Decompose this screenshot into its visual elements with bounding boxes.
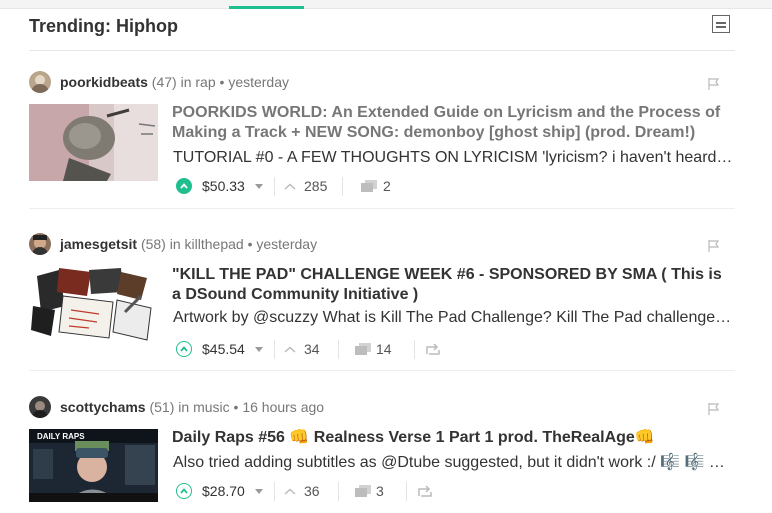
votes-chevron-icon	[284, 488, 296, 495]
author-reputation: (47)	[151, 74, 177, 90]
comments-icon	[355, 343, 371, 355]
footer-divider	[338, 482, 339, 501]
author-link[interactable]: poorkidbeats	[60, 74, 148, 90]
post-time[interactable]: yesterday	[228, 74, 289, 90]
comments-count[interactable]: 2	[383, 178, 391, 194]
post-separator	[29, 370, 735, 371]
page-title: Trending: Hiphop	[29, 16, 178, 36]
post-meta: jamesgetsit (58) in killthepad • yesterd…	[60, 236, 317, 252]
thumbnail-caption: DAILY RAPS	[37, 432, 85, 441]
footer-divider	[274, 177, 275, 196]
post-time[interactable]: 16 hours ago	[242, 399, 324, 415]
footer-divider	[338, 340, 339, 359]
post-footer: $28.70 36 3	[176, 482, 476, 502]
avatar[interactable]	[29, 233, 51, 255]
upvote-button[interactable]	[176, 483, 192, 499]
post-title-link[interactable]: "KILL THE PAD" CHALLENGE WEEK #6 - SPONS…	[172, 265, 732, 305]
upvote-button[interactable]	[176, 341, 192, 357]
category-link[interactable]: killthepad	[185, 236, 244, 252]
meta-dot: •	[219, 74, 225, 90]
post-summary[interactable]: Also tried adding subtitles as @Dtube su…	[173, 452, 733, 472]
post-summary[interactable]: TUTORIAL #0 - A FEW THOUGHTS ON LYRICISM…	[173, 149, 733, 167]
votes-count[interactable]: 34	[304, 341, 320, 357]
footer-divider	[274, 340, 275, 359]
votes-count[interactable]: 36	[304, 483, 320, 499]
payout-value[interactable]: $50.33	[202, 178, 245, 194]
avatar[interactable]	[29, 71, 51, 93]
caret-down-icon[interactable]	[255, 489, 263, 494]
feed-header: Trending: Hiphop	[29, 14, 735, 51]
author-reputation: (58)	[140, 236, 166, 252]
post-summary[interactable]: Artwork by @scuzzy What is Kill The Pad …	[173, 309, 733, 327]
caret-down-icon[interactable]	[255, 347, 263, 352]
flag-icon[interactable]	[708, 78, 720, 90]
post-thumbnail[interactable]: DAILY RAPS	[29, 429, 158, 502]
post-item: scottychams (51) in music • 16 hours ago…	[29, 396, 735, 513]
author-link[interactable]: scottychams	[60, 399, 146, 415]
category-link[interactable]: rap	[195, 74, 215, 90]
upvote-icon	[180, 346, 188, 352]
post-title-link[interactable]: POORKIDS WORLD: An Extended Guide on Lyr…	[172, 103, 732, 143]
post-footer: $50.33 285 2	[176, 177, 436, 197]
author-link[interactable]: jamesgetsit	[60, 236, 137, 252]
footer-divider	[414, 340, 415, 359]
layout-list-icon[interactable]	[712, 15, 730, 33]
active-tab-indicator	[229, 6, 304, 9]
votes-chevron-icon	[284, 346, 296, 353]
in-label: in	[178, 399, 190, 415]
upvote-icon	[180, 183, 188, 189]
post-item: poorkidbeats (47) in rap • yesterday POO…	[29, 71, 735, 209]
comments-count[interactable]: 14	[376, 341, 392, 357]
reblog-icon[interactable]	[426, 344, 440, 355]
flag-icon[interactable]	[708, 403, 720, 415]
post-separator	[29, 208, 735, 209]
comments-icon	[355, 485, 371, 497]
post-thumbnail[interactable]	[29, 104, 158, 181]
in-label: in	[180, 74, 192, 90]
caret-down-icon[interactable]	[255, 184, 263, 189]
post-meta: poorkidbeats (47) in rap • yesterday	[60, 74, 289, 90]
post-meta: scottychams (51) in music • 16 hours ago	[60, 399, 324, 415]
category-link[interactable]: music	[193, 399, 230, 415]
comments-icon	[361, 180, 377, 192]
in-label: in	[169, 236, 181, 252]
footer-divider	[274, 482, 275, 501]
payout-value[interactable]: $45.54	[202, 341, 245, 357]
upvote-icon	[180, 488, 188, 494]
payout-value[interactable]: $28.70	[202, 483, 245, 499]
post-footer: $45.54 34 14	[176, 340, 476, 360]
post-time[interactable]: yesterday	[256, 236, 317, 252]
meta-dot: •	[247, 236, 253, 252]
upvote-button[interactable]	[176, 178, 192, 194]
votes-count[interactable]: 285	[304, 178, 327, 194]
reblog-icon[interactable]	[418, 486, 432, 497]
footer-divider	[406, 482, 407, 501]
avatar[interactable]	[29, 396, 51, 418]
meta-dot: •	[233, 399, 239, 415]
author-reputation: (51)	[149, 399, 175, 415]
flag-icon[interactable]	[708, 240, 720, 252]
top-nav-bar	[0, 0, 772, 9]
post-thumbnail[interactable]	[29, 266, 158, 343]
post-item: jamesgetsit (58) in killthepad • yesterd…	[29, 233, 735, 371]
footer-divider	[342, 177, 343, 196]
comments-count[interactable]: 3	[376, 483, 384, 499]
post-title-link[interactable]: Daily Raps #56 👊 Realness Verse 1 Part 1…	[172, 428, 732, 448]
votes-chevron-icon	[284, 183, 296, 190]
